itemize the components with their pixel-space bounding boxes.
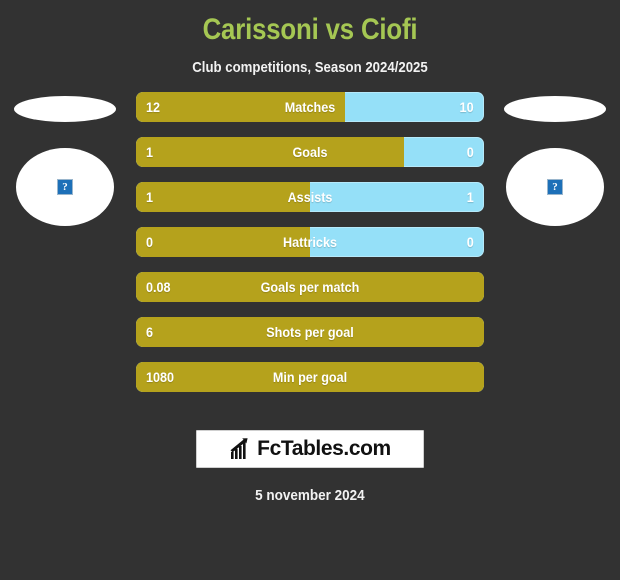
stat-value-home: 0 (146, 234, 154, 250)
stat-label: Shots per goal (266, 324, 354, 340)
stat-value-away: 10 (459, 99, 474, 115)
stat-value-away: 0 (466, 234, 474, 250)
player-avatar-home: ? (0, 92, 130, 272)
stat-bar-list: 12 Matches 10 1 Goals 0 1 Assists 1 0 Hattricks 0 0.… (136, 92, 484, 407)
stat-bar-row: 1 Assists 1 (136, 182, 484, 212)
stat-value-home: 6 (146, 324, 154, 340)
stat-value-home: 1 (146, 144, 154, 160)
stat-label: Min per goal (272, 369, 348, 385)
stat-bar-row: 12 Matches 10 (136, 92, 484, 122)
shirt-shape-home (14, 96, 116, 122)
stat-bar-row: 0 Hattricks 0 (136, 227, 484, 257)
shirt-shape-away (504, 96, 606, 122)
stat-value-away: 1 (466, 189, 474, 205)
stat-label: Hattricks (283, 234, 337, 250)
stat-value-away: 0 (466, 144, 474, 160)
page-title: Carissoni vs Ciofi (202, 13, 418, 46)
stat-bar-row: 6 Shots per goal (136, 317, 484, 347)
stat-label: Goals per match (260, 279, 360, 295)
stat-bar-row: 0.08 Goals per match (136, 272, 484, 302)
footer-date: 5 november 2024 (255, 487, 365, 504)
avatar-home: ? (16, 148, 114, 226)
stat-bar-row: 1080 Min per goal (136, 362, 484, 392)
stat-label: Goals (292, 144, 328, 160)
bar-chart-icon (230, 438, 248, 459)
page-subtitle: Club competitions, Season 2024/2025 (192, 59, 428, 76)
avatar-away: ? (506, 148, 604, 226)
page-footer: FcTables.com 5 november 2024 (0, 430, 620, 506)
stat-label: Assists (287, 189, 333, 205)
player-avatar-away: ? (490, 92, 620, 272)
broken-image-icon-away: ? (547, 179, 563, 195)
broken-image-icon-home: ? (57, 179, 73, 195)
comparison-board: ? ? 12 Matches 10 1 Goals 0 1 Assists 1 0 Hattrick… (0, 92, 620, 422)
stat-label: Matches (284, 99, 336, 115)
page-header: Carissoni vs Ciofi Club competitions, Se… (0, 0, 620, 78)
fctables-logo[interactable]: FcTables.com (196, 430, 424, 468)
stat-value-home: 1 (146, 189, 154, 205)
stat-bar-row: 1 Goals 0 (136, 137, 484, 167)
fctables-logo-text: FcTables.com (257, 437, 391, 460)
